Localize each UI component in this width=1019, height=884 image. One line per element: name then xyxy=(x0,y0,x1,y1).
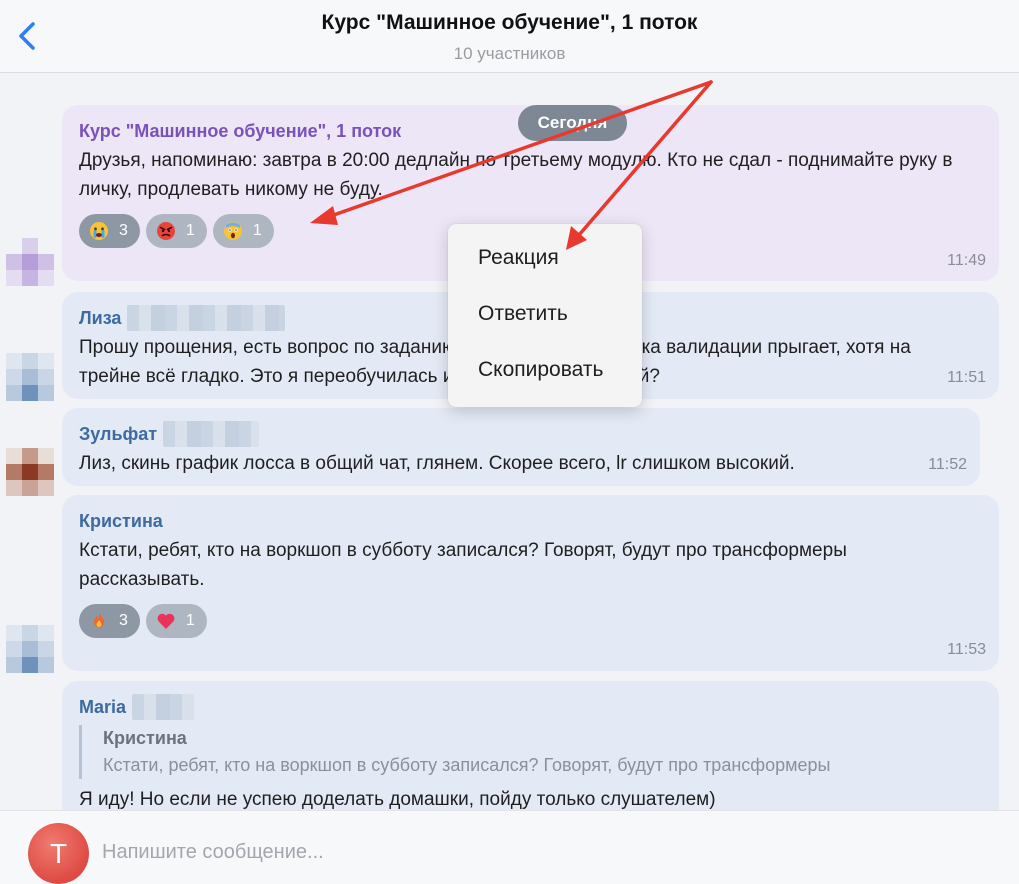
message-text: Я иду! Но если не успею доделать домашки… xyxy=(79,789,716,810)
crying-face-icon xyxy=(89,221,109,241)
sender-name: Maria xyxy=(79,696,127,717)
avatar[interactable] xyxy=(6,625,54,673)
chat-header: Курс "Машинное обучение", 1 поток 10 уча… xyxy=(0,0,1019,73)
message-feed[interactable]: Сегодня Курс "Машинное обучение", 1 пото… xyxy=(0,74,1019,810)
blurred-surname xyxy=(132,694,195,720)
avatar[interactable] xyxy=(6,448,54,496)
reactions-bar: 3 1 xyxy=(79,604,982,638)
date-separator: Сегодня xyxy=(518,105,627,141)
reaction-count: 3 xyxy=(119,612,128,629)
reaction-chip[interactable]: 1 xyxy=(212,214,274,248)
message-sender[interactable]: Кристина xyxy=(79,509,982,533)
context-menu: Реакция Ответить Скопировать xyxy=(448,224,642,407)
message-time: 11:52 xyxy=(928,456,967,473)
message-text: Лиз, скинь график лосса в общий чат, гля… xyxy=(79,453,795,474)
message-sender[interactable]: Maria xyxy=(79,694,982,720)
message-composer: Т xyxy=(0,810,1019,884)
user-avatar[interactable]: Т xyxy=(28,823,89,884)
menu-item-copy[interactable]: Скопировать xyxy=(478,358,603,382)
menu-item-reply[interactable]: Ответить xyxy=(478,302,568,326)
quote-text: Кстати, ребят, кто на воркшоп в субботу … xyxy=(103,755,831,775)
reaction-count: 1 xyxy=(185,612,195,629)
blurred-surname xyxy=(163,421,260,447)
participants-count[interactable]: 10 участников xyxy=(0,44,1019,64)
message-bubble[interactable]: Maria Кристина Кстати, ребят, кто на вор… xyxy=(62,681,999,810)
reaction-count: 1 xyxy=(185,222,195,239)
message-input[interactable] xyxy=(102,835,982,869)
fire-icon xyxy=(89,611,109,631)
message-time: 11:53 xyxy=(947,641,986,658)
screaming-face-icon xyxy=(223,221,243,241)
message-text: Кстати, ребят, кто на воркшоп в субботу … xyxy=(79,540,847,590)
message-bubble[interactable]: Кристина Кстати, ребят, кто на воркшоп в… xyxy=(62,495,999,671)
reaction-count: 3 xyxy=(119,222,128,239)
avatar[interactable] xyxy=(6,353,54,401)
avatar[interactable] xyxy=(6,238,54,286)
blurred-surname xyxy=(127,305,286,331)
message-sender[interactable]: Зульфат xyxy=(79,421,963,447)
heart-icon xyxy=(156,611,176,631)
reaction-chip[interactable]: 3 xyxy=(79,214,140,248)
reaction-chip[interactable]: 1 xyxy=(145,604,207,638)
reply-quote[interactable]: Кристина Кстати, ребят, кто на воркшоп в… xyxy=(79,725,982,779)
sender-name: Лиза xyxy=(79,307,122,328)
angry-face-icon xyxy=(156,221,176,241)
reaction-chip[interactable]: 3 xyxy=(79,604,140,638)
message-text: Друзья, напоминаю: завтра в 20:00 дедлай… xyxy=(79,150,953,200)
reaction-chip[interactable]: 1 xyxy=(145,214,207,248)
quote-author: Кристина xyxy=(103,728,187,748)
message-bubble[interactable]: Зульфат Лиз, скинь график лосса в общий … xyxy=(62,408,980,486)
message-time: 11:49 xyxy=(947,252,986,269)
menu-item-reaction[interactable]: Реакция xyxy=(478,246,559,270)
sender-name: Зульфат xyxy=(79,423,158,444)
chat-title[interactable]: Курс "Машинное обучение", 1 поток xyxy=(0,11,1019,35)
message-time: 11:51 xyxy=(947,369,986,386)
reaction-count: 1 xyxy=(252,222,262,239)
